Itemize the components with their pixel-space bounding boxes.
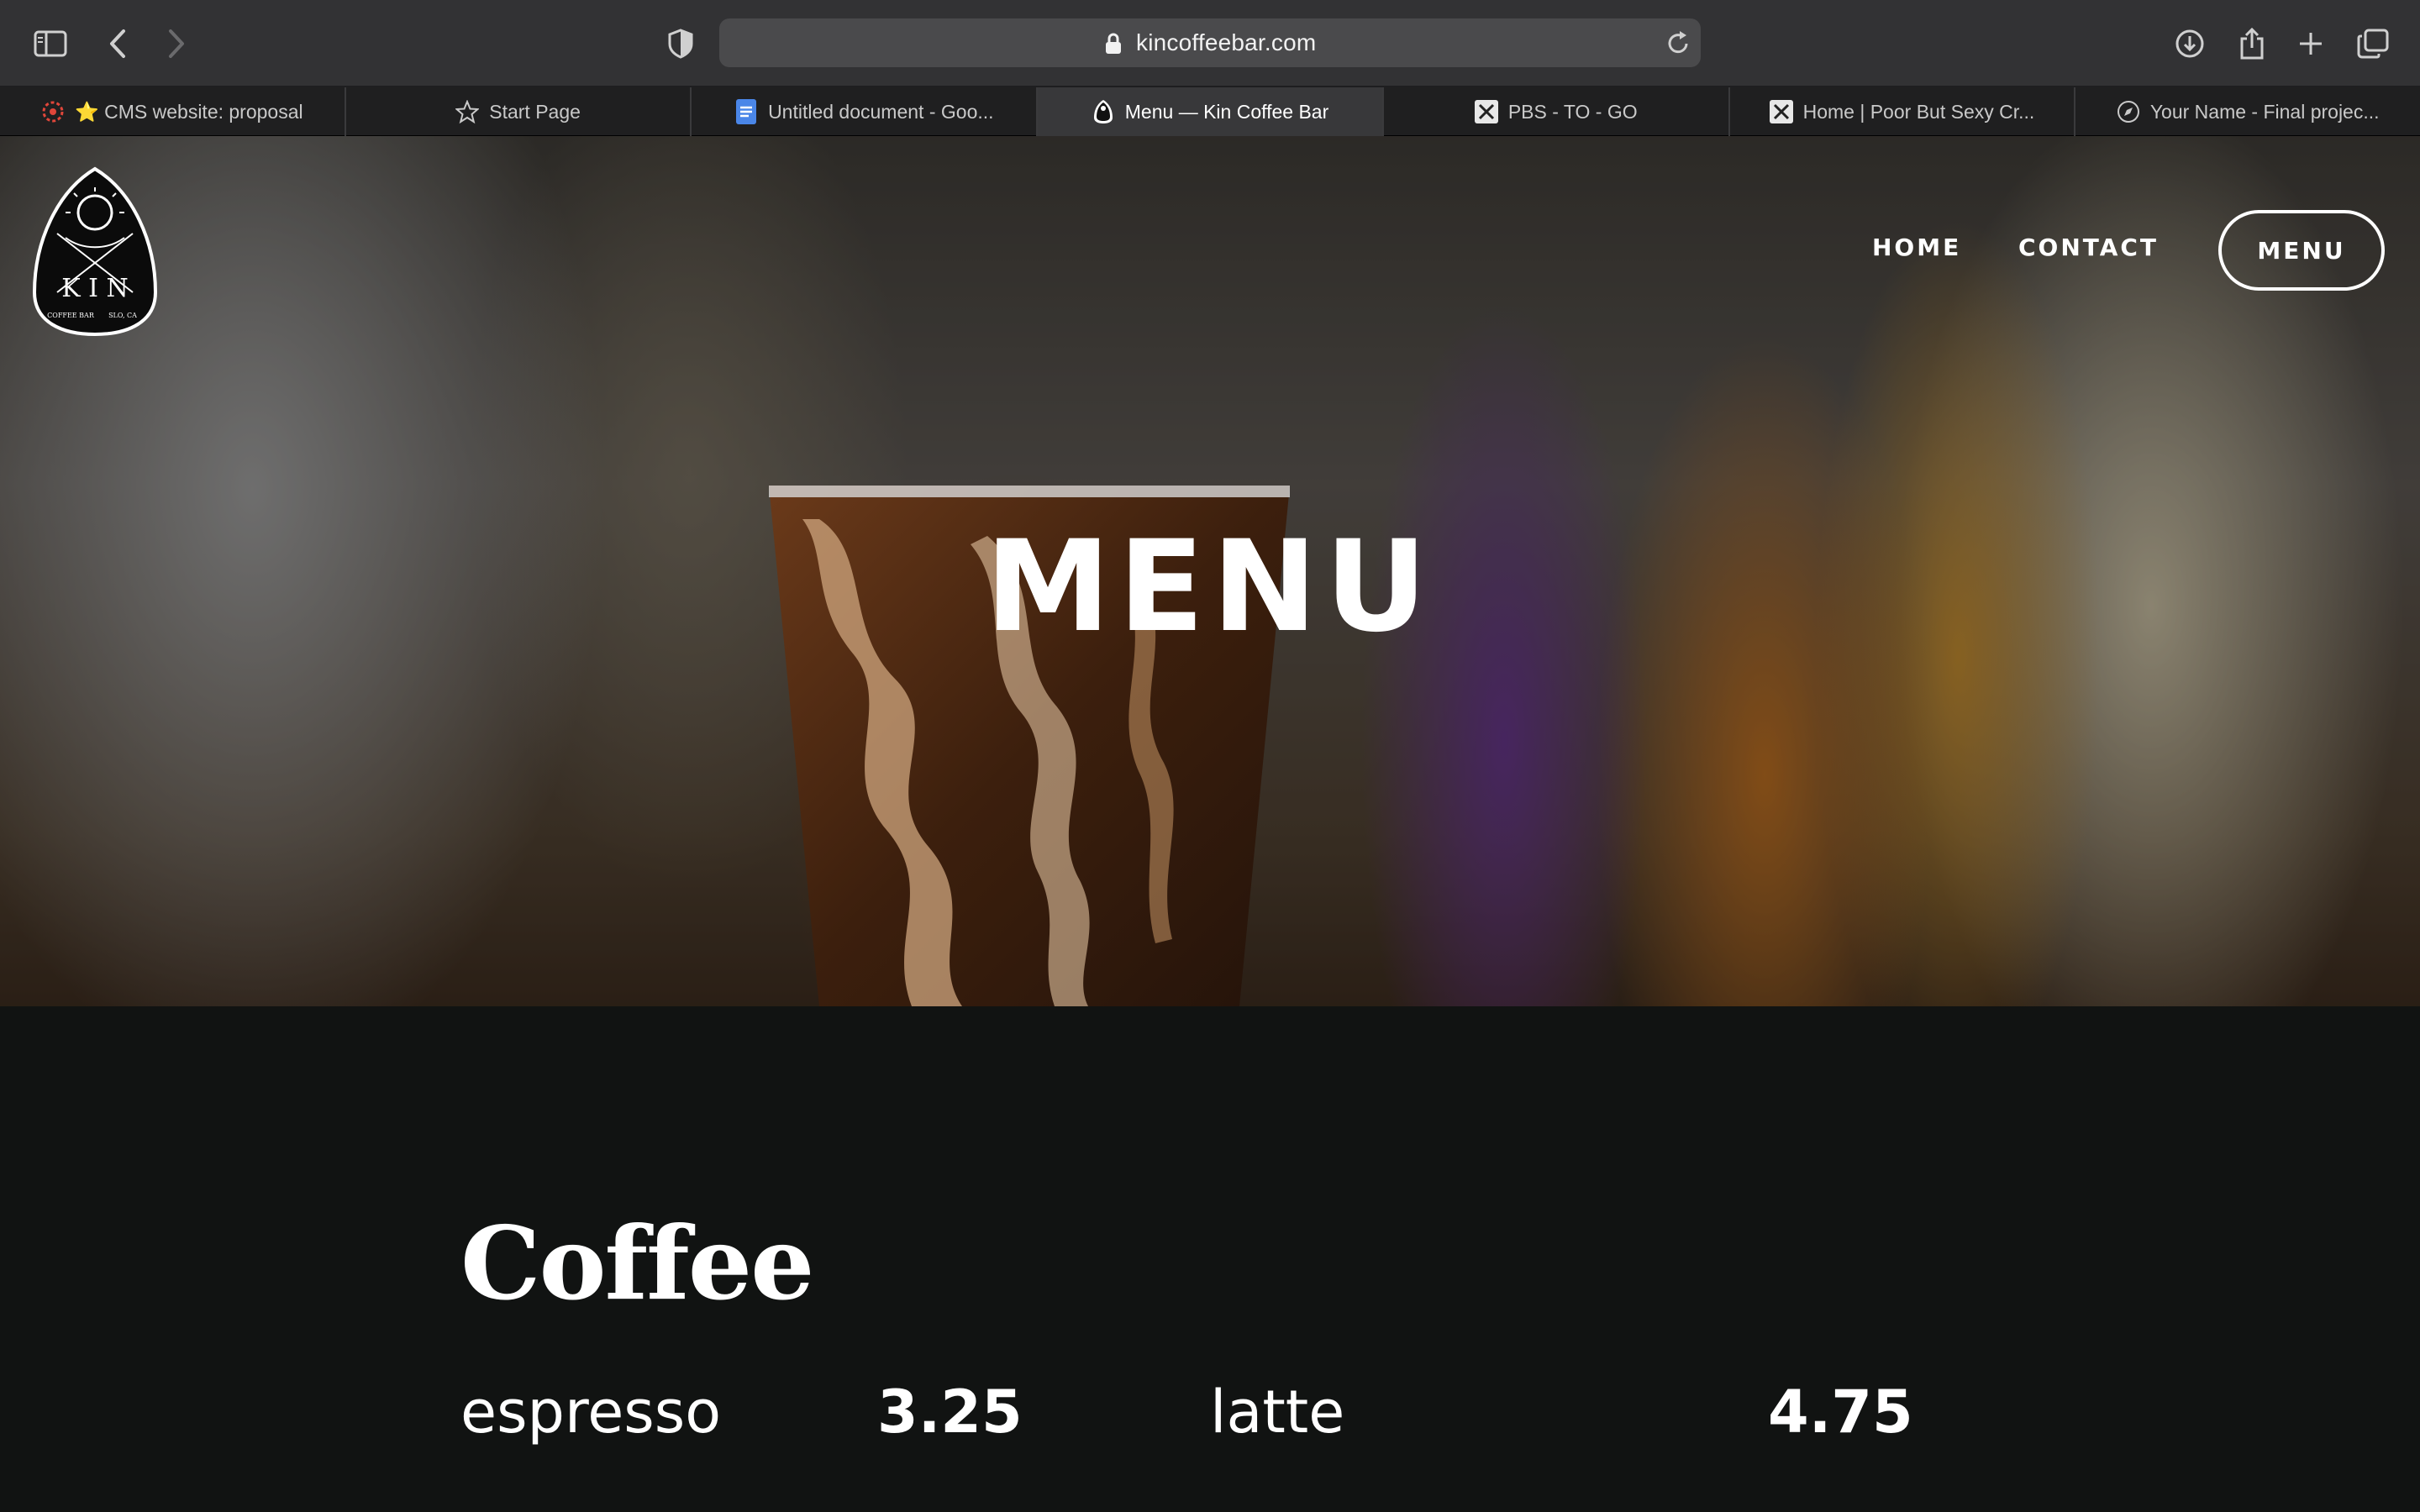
tab-label: ⭐ CMS website: proposal: [75, 100, 303, 123]
nav-home-link[interactable]: HOME: [1872, 234, 1961, 261]
hero-title: MENU: [985, 514, 1435, 660]
menu-item-name: latte: [1210, 1378, 1345, 1446]
tab-overview-icon[interactable]: [2346, 17, 2400, 71]
tab-cms-proposal[interactable]: ⭐ CMS website: proposal: [0, 87, 346, 136]
reload-icon[interactable]: [1665, 29, 1691, 56]
tab-strip: ⭐ CMS website: proposal Start Page Untit…: [0, 87, 2420, 136]
compass-icon: [2117, 100, 2140, 123]
section-title-coffee: Coffee: [460, 1205, 814, 1323]
menu-section: Coffee espresso 3.25 latte 4.75: [0, 1006, 2420, 1512]
kin-logo[interactable]: K I N COFFEE BAR SLO, CA: [32, 166, 158, 338]
crossed-utensils-icon: [1769, 100, 1793, 123]
menu-item-name: espresso: [460, 1378, 722, 1446]
menu-item-price: 4.75: [1768, 1378, 1913, 1446]
back-icon[interactable]: [91, 17, 145, 71]
crossed-utensils-icon: [1474, 100, 1498, 123]
tab-final-project[interactable]: Your Name - Final projec...: [2075, 87, 2420, 136]
tab-label: Start Page: [489, 100, 581, 123]
privacy-shield-icon[interactable]: [654, 17, 708, 71]
tab-label: Your Name - Final projec...: [2149, 100, 2380, 123]
sun-burst-icon: [41, 100, 65, 123]
tab-label: Menu — Kin Coffee Bar: [1124, 100, 1329, 123]
tab-kin-menu[interactable]: Menu — Kin Coffee Bar: [1038, 87, 1384, 136]
logo-letters: K I N: [61, 274, 129, 303]
downloads-icon[interactable]: [2163, 17, 2217, 71]
google-docs-icon: [734, 99, 758, 124]
sidebar-toggle-icon[interactable]: [24, 17, 77, 71]
share-icon[interactable]: [2225, 17, 2279, 71]
tab-start-page[interactable]: Start Page: [346, 87, 692, 136]
logo-sub-right: SLO, CA: [108, 312, 137, 319]
tab-label: Home | Poor But Sexy Cr...: [1802, 100, 2035, 123]
menu-item-price: 3.25: [877, 1378, 1023, 1446]
tab-pbs-to-go[interactable]: PBS - TO - GO: [1384, 87, 1730, 136]
browser-toolbar: kincoffeebar.com: [0, 0, 2420, 87]
hero-banner: K I N COFFEE BAR SLO, CA HOME CONTACT ME…: [0, 136, 2420, 1006]
logo-sub-left: COFFEE BAR: [47, 312, 95, 319]
url-text: kincoffeebar.com: [1136, 29, 1317, 55]
nav-menu-button[interactable]: MENU: [2218, 210, 2385, 291]
nav-contact-link[interactable]: CONTACT: [2018, 234, 2159, 261]
new-tab-icon[interactable]: [2284, 17, 2338, 71]
tab-poor-but-sexy[interactable]: Home | Poor But Sexy Cr...: [1730, 87, 2076, 136]
kin-logo-icon: [1092, 100, 1115, 123]
forward-icon[interactable]: [150, 17, 203, 71]
tab-google-doc[interactable]: Untitled document - Goo...: [692, 87, 1039, 136]
tab-label: PBS - TO - GO: [1507, 100, 1638, 123]
address-bar[interactable]: kincoffeebar.com: [719, 18, 1701, 67]
tab-label: Untitled document - Goo...: [768, 100, 994, 123]
star-outline-icon: [455, 100, 480, 123]
lock-icon: [1106, 33, 1121, 54]
